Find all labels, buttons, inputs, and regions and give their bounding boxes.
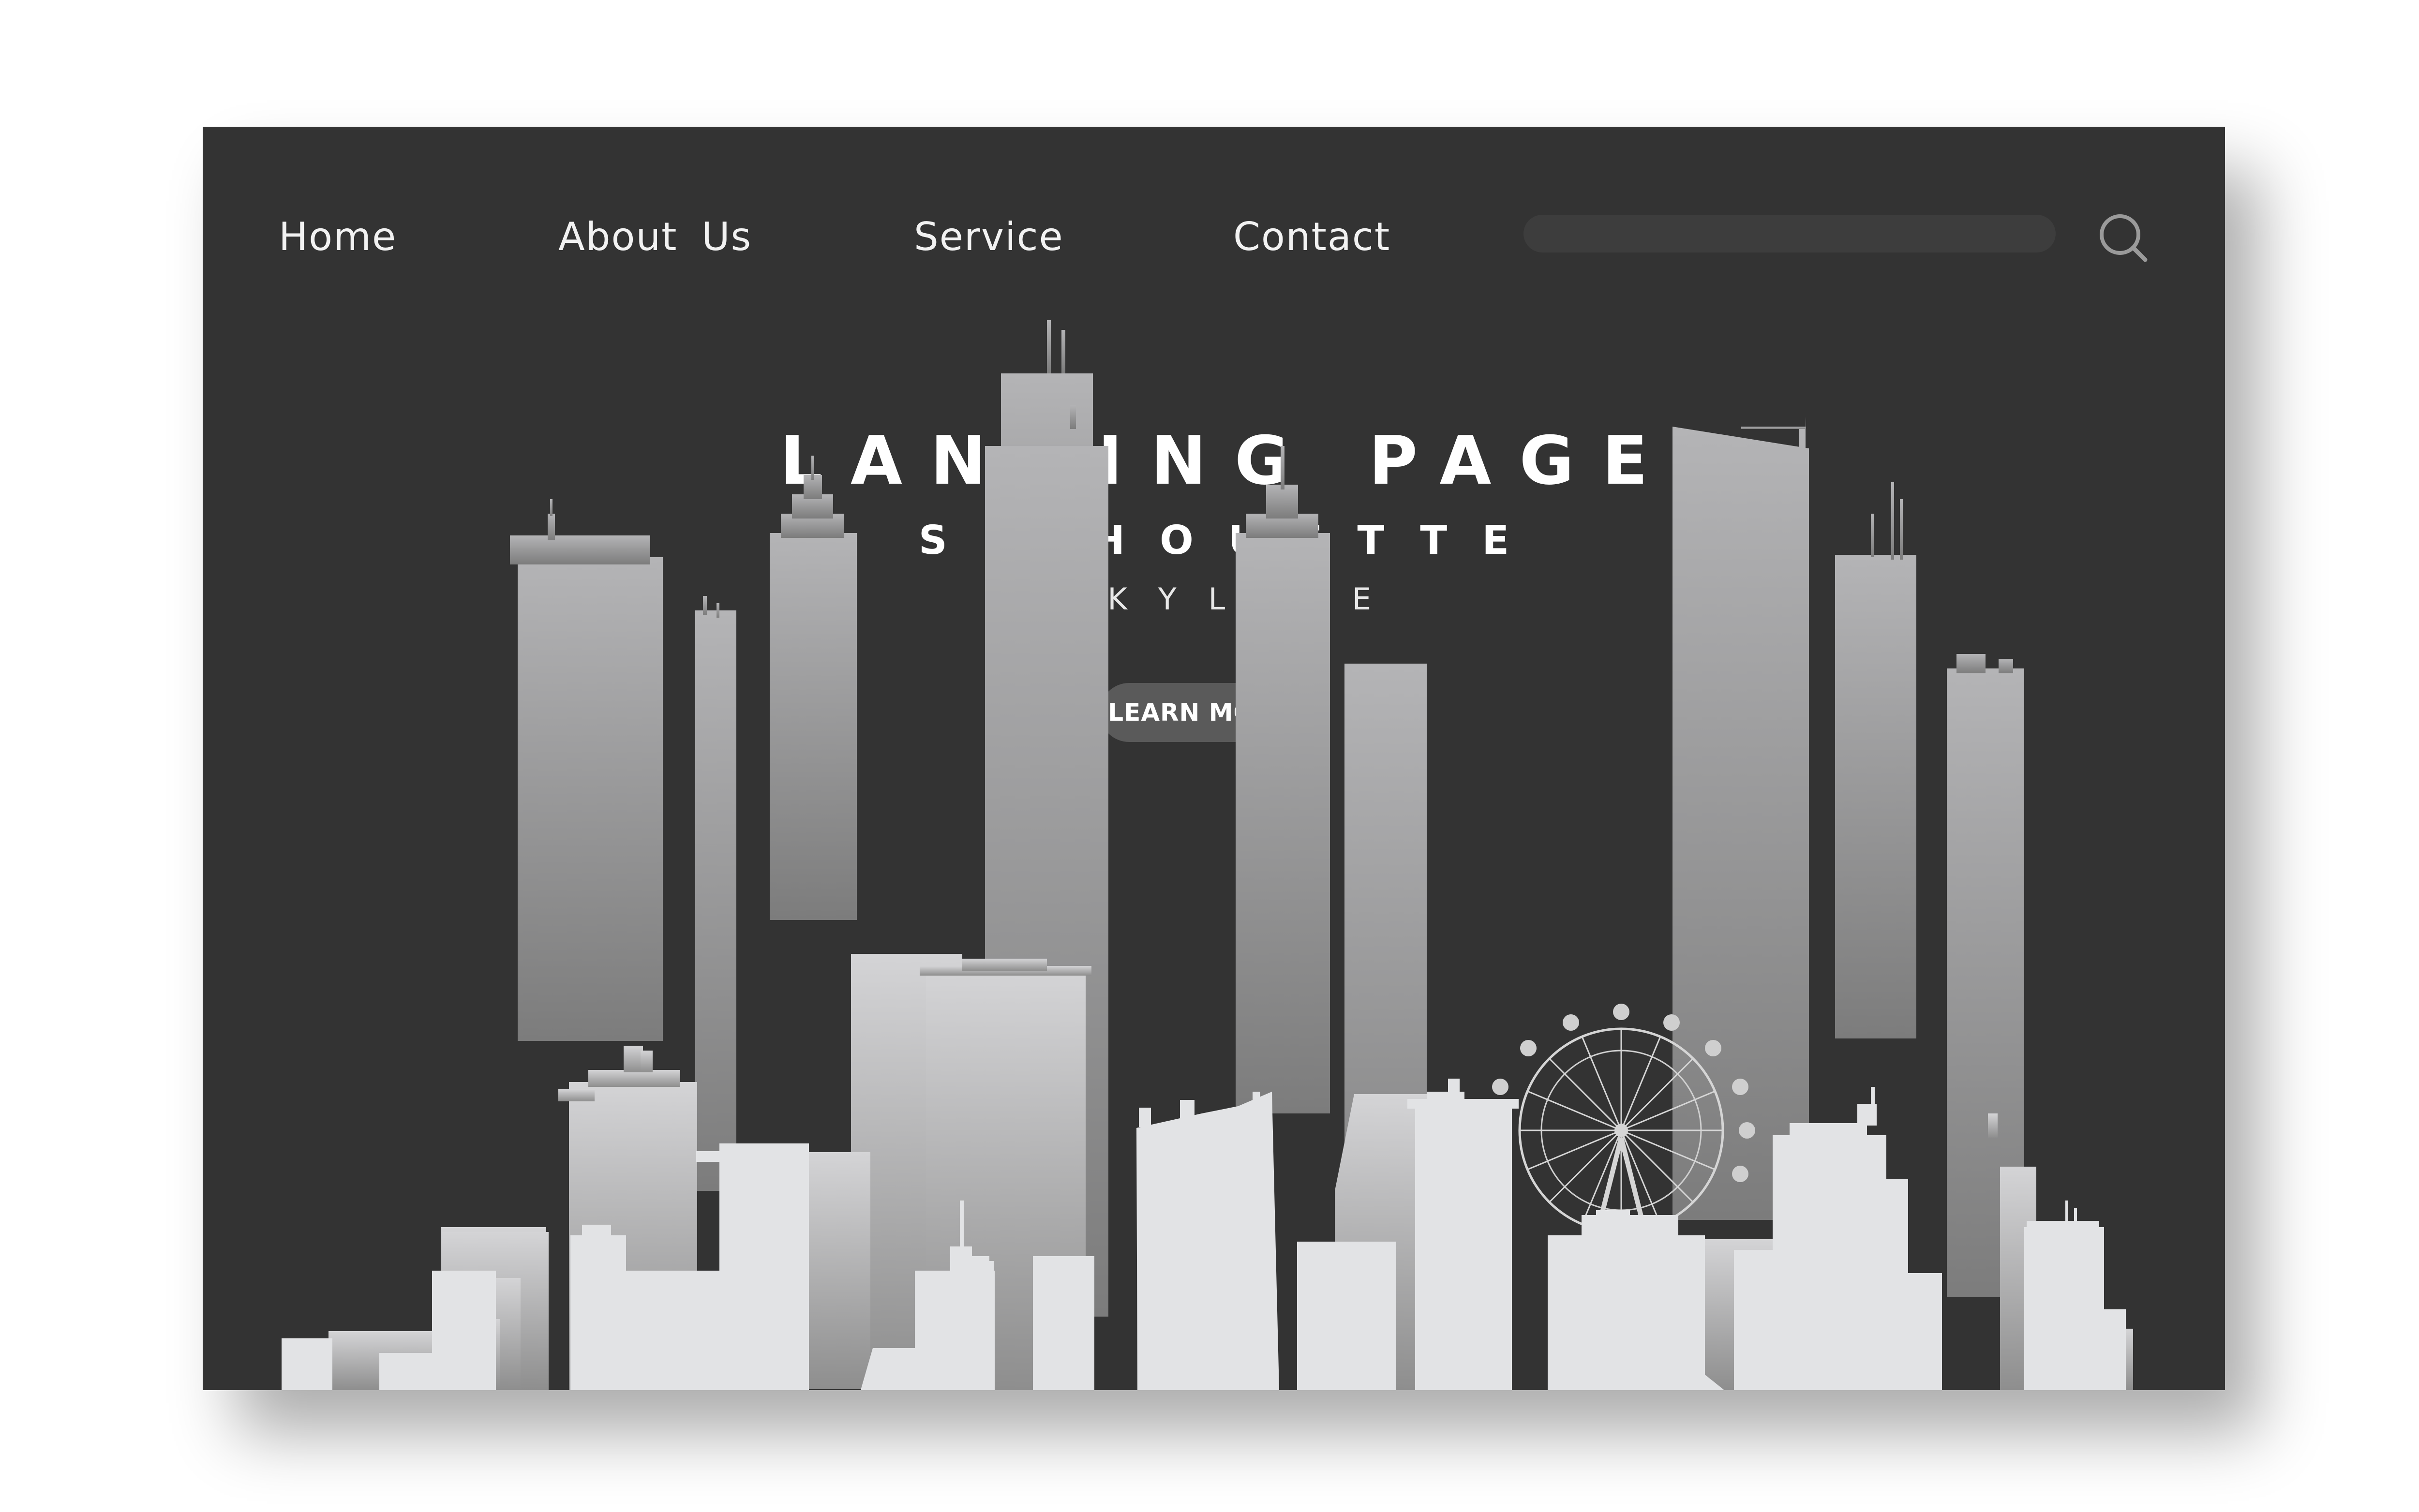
landing-page-panel: Home About Us Service Contact LANDING PA…: [203, 127, 2225, 1390]
front-buildings: [282, 1079, 2126, 1390]
city-skyline-illustration: [282, 320, 2133, 1390]
